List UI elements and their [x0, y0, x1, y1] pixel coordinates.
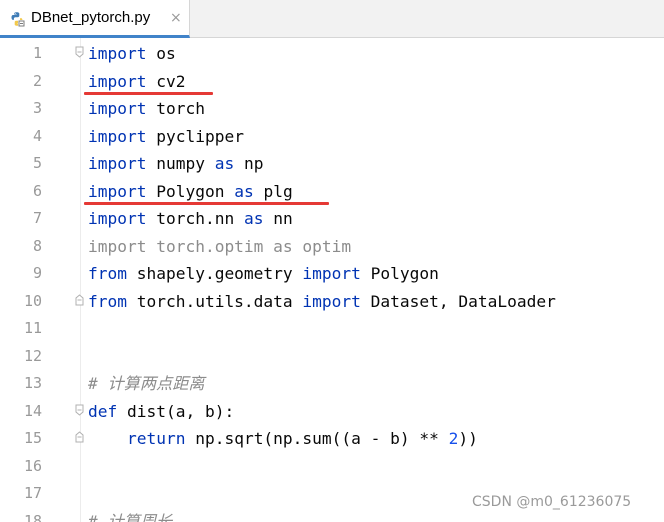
code-token: import [88, 209, 147, 228]
code-editor[interactable]: 1 import os 2 import cv2 3 import torch 4 impor… [0, 38, 664, 522]
code-token: import [88, 154, 147, 173]
code-token: )) [458, 429, 478, 448]
close-icon[interactable]: × [170, 9, 182, 27]
code-text: import cv2 [88, 72, 185, 91]
code-token: dist(a, b): [117, 401, 235, 421]
tab-label: DBnet_pytorch.py [31, 9, 151, 26]
code-token: numpy [146, 154, 215, 173]
code-token: np [234, 154, 264, 173]
code-token: from [88, 291, 127, 311]
code-line[interactable]: 2 import cv2 [0, 68, 664, 95]
code-text: from shapely.geometry import Polygon [88, 264, 439, 283]
line-number: 2 [32, 71, 42, 90]
code-text: import pyclipper [88, 127, 244, 146]
line-number: 9 [32, 264, 42, 282]
line-number: 12 [23, 346, 42, 365]
fold-marker-icon[interactable] [75, 431, 84, 443]
fold-marker-icon[interactable] [75, 404, 84, 416]
code-line[interactable]: 1 import os [0, 40, 664, 67]
code-text: # 计算两点距离 [88, 374, 205, 393]
code-token: import [88, 99, 147, 118]
code-line[interactable]: 16 [0, 453, 664, 480]
code-line[interactable]: 13 # 计算两点距离 [0, 370, 664, 397]
code-token: import torch.optim as optim [88, 236, 352, 256]
code-text: import os [88, 44, 176, 63]
line-number: 17 [23, 484, 42, 502]
line-number: 11 [23, 319, 42, 337]
python-file-icon [11, 12, 25, 27]
code-line[interactable]: 11 [0, 315, 664, 342]
code-token: 2 [448, 429, 459, 448]
code-token: import [88, 126, 147, 146]
code-line[interactable]: 6 import Polygon as plg [0, 178, 664, 205]
tab-dbnet-pytorch[interactable]: DBnet_pytorch.py × [0, 0, 190, 38]
code-text: import torch.optim as optim [88, 237, 351, 256]
line-number: 7 [32, 209, 42, 227]
line-number: 13 [23, 374, 42, 392]
code-token: # 计算两点距离 [88, 374, 205, 393]
code-token: Dataset, DataLoader [360, 291, 556, 311]
code-token: Polygon [146, 181, 235, 201]
line-number: 4 [32, 126, 42, 145]
code-token: pyclipper [146, 126, 244, 146]
code-line[interactable]: 3 import torch [0, 95, 664, 122]
code-text: import torch.nn as nn [88, 209, 293, 228]
code-token: shapely.geometry [126, 264, 303, 283]
line-number: 8 [32, 236, 42, 255]
editor-tab-bar: DBnet_pytorch.py × [0, 0, 664, 38]
code-line[interactable]: 14 def dist(a, b): [0, 398, 664, 425]
code-text: import numpy as np [88, 154, 263, 173]
code-line[interactable]: 15 return np.sqrt(np.sum((a - b) ** 2)) [0, 425, 664, 452]
code-token: import [88, 44, 147, 63]
code-token: import [302, 264, 361, 283]
line-number: 10 [23, 291, 42, 310]
code-line[interactable]: 5 import numpy as np [0, 150, 664, 177]
line-number: 1 [32, 44, 42, 62]
code-text: import Polygon as plg [88, 182, 293, 201]
code-token: import [302, 291, 361, 311]
code-token: from [88, 264, 127, 283]
code-line[interactable]: 7 import torch.nn as nn [0, 205, 664, 232]
code-line[interactable]: 9 from shapely.geometry import Polygon [0, 260, 664, 287]
code-token: np.sqrt(np.sum((a - b) ** [185, 429, 449, 448]
code-text: def dist(a, b): [88, 402, 234, 421]
code-token: as [214, 154, 235, 173]
fold-marker-icon[interactable] [75, 46, 84, 58]
code-line[interactable]: 4 import pyclipper [0, 123, 664, 150]
code-token: torch [146, 99, 205, 118]
watermark: CSDN @m0_61236075 [472, 494, 632, 510]
code-line[interactable]: 12 [0, 343, 664, 370]
line-number: 14 [23, 401, 42, 420]
fold-marker-icon[interactable] [75, 293, 84, 306]
code-token: plg [253, 181, 293, 201]
code-token: import [88, 71, 147, 91]
code-token: torch.nn [146, 209, 244, 228]
code-text: return np.sqrt(np.sum((a - b) ** 2)) [88, 429, 478, 448]
ide-window: DBnet_pytorch.py × 1 import os 2 import cv2… [0, 0, 664, 522]
line-number: 18 [23, 511, 42, 522]
code-token: as [234, 181, 254, 201]
code-token: # 计算周长 [88, 511, 173, 522]
line-number: 15 [23, 429, 42, 447]
code-token: as [243, 209, 264, 228]
line-number: 16 [23, 456, 42, 475]
code-token: torch.utils.data [126, 291, 303, 311]
line-number: 5 [32, 154, 42, 172]
line-number: 6 [32, 181, 42, 200]
code-token: os [146, 44, 176, 63]
code-token: nn [263, 209, 293, 228]
code-token: def [88, 401, 118, 421]
code-line[interactable]: 8 import torch.optim as optim [0, 233, 664, 260]
line-number: 3 [32, 99, 42, 117]
code-token: cv2 [146, 71, 186, 91]
code-token: return [126, 429, 186, 448]
code-text: import torch [88, 99, 205, 118]
code-token: Polygon [360, 264, 439, 283]
code-token: import [88, 181, 147, 201]
code-text: # 计算周长 [88, 512, 172, 522]
code-line[interactable]: 10 from torch.utils.data import Dataset, … [0, 288, 664, 315]
code-text: from torch.utils.data import Dataset, Da… [88, 292, 556, 311]
